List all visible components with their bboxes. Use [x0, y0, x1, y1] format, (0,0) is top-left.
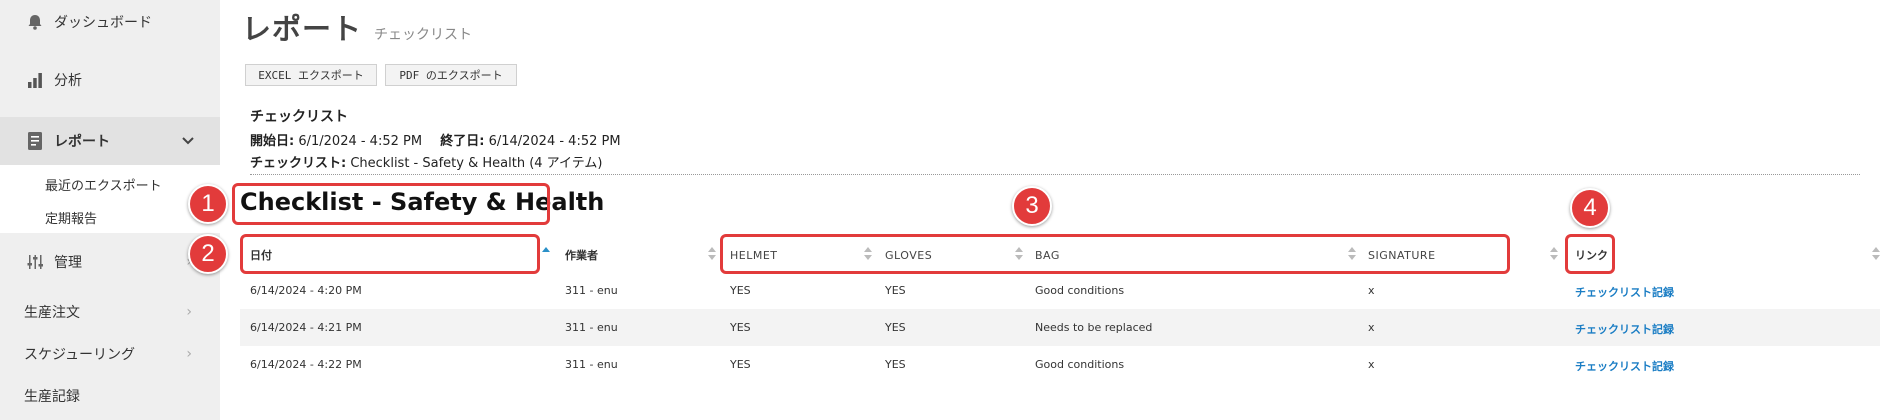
table-row: 6/14/2024 - 4:20 PM 311 - enu YES YES Go… — [240, 272, 1880, 309]
sort-icon[interactable] — [1550, 244, 1558, 264]
checklist-record-link[interactable]: チェックリスト記録 — [1575, 284, 1674, 300]
sidebar-item-label: スケジューリング — [24, 347, 136, 363]
sort-icon[interactable] — [708, 244, 716, 264]
sort-icon[interactable] — [1872, 244, 1880, 264]
sidebar-item-label: 生産記録 — [24, 389, 80, 405]
cell-signature: x — [1368, 321, 1375, 334]
checklist-label: チェックリスト: — [250, 156, 347, 171]
sidebar-item-dashboard[interactable]: ダッシュボード — [0, 0, 220, 44]
cell-date: 6/14/2024 - 4:21 PM — [250, 321, 362, 334]
start-date-label: 開始日: — [250, 134, 295, 149]
sidebar-item-reports[interactable]: レポート — [0, 117, 220, 165]
end-date-label: 終了日: — [440, 134, 485, 149]
page-title: レポート — [242, 12, 363, 46]
annotation-badge-3: 3 — [1012, 186, 1052, 226]
checklist-record-link[interactable]: チェックリスト記録 — [1575, 321, 1674, 337]
annotation-box-checklist-items — [720, 234, 1510, 274]
page-subtitle: チェックリスト — [374, 27, 473, 43]
chevron-down-icon — [182, 134, 194, 148]
sidebar-subitem-recent-exports[interactable]: 最近のエクスポート — [45, 175, 162, 194]
cell-helmet: YES — [730, 284, 751, 297]
cell-signature: x — [1368, 284, 1375, 297]
sidebar-item-label: 分析 — [54, 73, 82, 89]
start-date-value: 6/1/2024 - 4:52 PM — [298, 134, 423, 149]
cell-date: 6/14/2024 - 4:22 PM — [250, 358, 362, 371]
divider — [250, 174, 1860, 175]
chevron-right-icon: › — [186, 346, 192, 362]
page-header: レポート チェックリスト — [242, 6, 472, 48]
chevron-right-icon: › — [186, 304, 192, 320]
sidebar-item-analysis[interactable]: 分析 — [0, 58, 220, 102]
annotation-badge-1: 1 — [188, 184, 228, 224]
cell-signature: x — [1368, 358, 1375, 371]
sidebar-item-production-orders[interactable]: 生産注文 › — [0, 290, 220, 334]
sliders-icon — [24, 251, 46, 273]
sort-ascending-icon[interactable] — [542, 244, 550, 264]
cell-bag: Needs to be replaced — [1035, 321, 1153, 334]
cell-bag: Good conditions — [1035, 284, 1125, 297]
sidebar-item-production-records[interactable]: 生産記録 — [0, 374, 220, 418]
annotation-box-title — [232, 183, 550, 225]
table-row: 6/14/2024 - 4:22 PM 311 - enu YES YES Go… — [240, 346, 1880, 383]
cell-bag: Good conditions — [1035, 358, 1125, 371]
cell-worker: 311 - enu — [565, 284, 618, 297]
checklist-record-link[interactable]: チェックリスト記録 — [1575, 358, 1674, 374]
annotation-badge-4: 4 — [1570, 188, 1610, 228]
cell-helmet: YES — [730, 358, 751, 371]
sidebar-item-label: レポート — [54, 134, 110, 150]
bell-icon — [24, 11, 46, 33]
sidebar: ダッシュボード 分析 レポート 最近のエクスポート 定期報告 管理 › 生産注文… — [0, 0, 220, 420]
checklist-summary: チェックリスト: Checklist - Safety & Health (4 … — [250, 152, 602, 171]
table-row: 6/14/2024 - 4:21 PM 311 - enu YES YES Ne… — [240, 309, 1880, 346]
cell-gloves: YES — [885, 284, 906, 297]
cell-worker: 311 - enu — [565, 321, 618, 334]
sidebar-item-label: 管理 — [54, 255, 82, 271]
sidebar-item-label: ダッシュボード — [54, 15, 152, 31]
sidebar-item-scheduling[interactable]: スケジューリング › — [0, 332, 220, 376]
checklist-value: Checklist - Safety & Health (4 アイテム) — [350, 156, 603, 171]
cell-gloves: YES — [885, 321, 906, 334]
sidebar-item-admin[interactable]: 管理 › — [0, 240, 220, 284]
excel-export-button[interactable]: EXCEL エクスポート — [245, 64, 377, 86]
report-document-icon — [24, 130, 46, 152]
cell-helmet: YES — [730, 321, 751, 334]
date-range: 開始日: 6/1/2024 - 4:52 PM 終了日: 6/14/2024 -… — [250, 130, 621, 149]
cell-date: 6/14/2024 - 4:20 PM — [250, 284, 362, 297]
cell-worker: 311 - enu — [565, 358, 618, 371]
column-header-worker[interactable]: 作業者 — [565, 245, 598, 265]
annotation-box-date-worker — [240, 234, 540, 274]
info-heading: チェックリスト — [250, 109, 348, 125]
annotation-badge-2: 2 — [188, 234, 228, 274]
main-content: レポート チェックリスト EXCEL エクスポート PDF のエクスポート チェ… — [220, 0, 1888, 420]
reports-submenu: 最近のエクスポート 定期報告 — [0, 165, 220, 233]
cell-gloves: YES — [885, 358, 906, 371]
annotation-box-link — [1565, 234, 1615, 274]
pdf-export-button[interactable]: PDF のエクスポート — [385, 64, 517, 86]
sidebar-item-label: 生産注文 — [24, 305, 80, 321]
sidebar-subitem-periodic-reports[interactable]: 定期報告 — [45, 208, 97, 227]
bar-chart-icon — [24, 69, 46, 91]
end-date-value: 6/14/2024 - 4:52 PM — [488, 134, 621, 149]
